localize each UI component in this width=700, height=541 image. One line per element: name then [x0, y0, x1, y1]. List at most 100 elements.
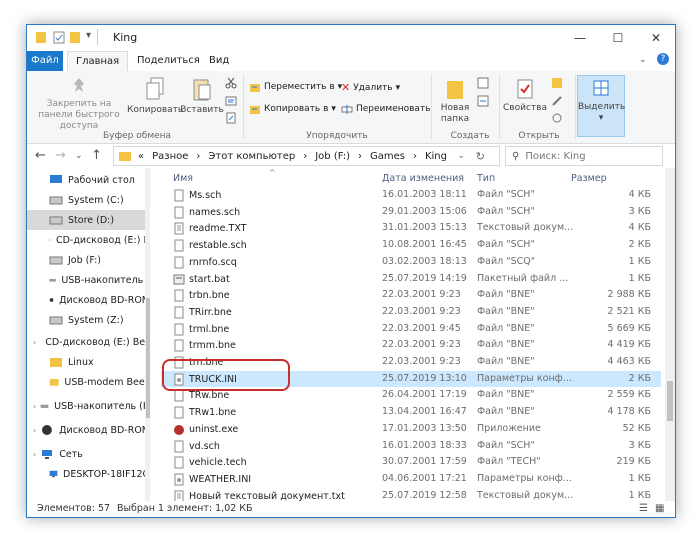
select-button[interactable]: Выделить ▾ — [577, 75, 625, 137]
file-row[interactable]: Ms.sch 16.01.2003 18:11 Файл "SCH" 4 КБ — [161, 187, 661, 204]
file-type: Текстовый докум... — [477, 489, 574, 501]
new-folder-icon[interactable] — [69, 31, 81, 44]
nav-item[interactable]: System (Z:) — [27, 310, 150, 330]
file-type: Пакетный файл ... — [477, 272, 569, 284]
file-row[interactable]: readme.TXT 31.01.2003 15:13 Текстовый доку… — [161, 220, 661, 237]
expand-chevron-icon[interactable]: › — [33, 426, 36, 435]
recent-locations-chevron-icon[interactable]: ⌄ — [75, 151, 83, 161]
refresh-icon[interactable]: ↻ — [476, 150, 485, 163]
nav-item[interactable]: Дисковод BD-ROM — [27, 290, 150, 310]
open-icon[interactable] — [551, 77, 563, 89]
breadcrumb-more[interactable]: « — [138, 151, 144, 162]
nav-item-label: DESKTOP-18IF12O — [63, 468, 150, 480]
new-item-icon[interactable] — [477, 77, 489, 89]
breadcrumb-item[interactable]: Games — [370, 151, 405, 162]
nav-item[interactable]: DESKTOP-18IF12O — [27, 464, 150, 484]
file-type: Файл "BNE" — [477, 339, 535, 351]
nav-item[interactable]: Linux — [27, 352, 150, 372]
column-name[interactable]: Имя — [173, 173, 193, 184]
copy-path-icon[interactable] — [225, 95, 237, 107]
file-row[interactable]: trmm.bne 22.03.2001 9:23 Файл "BNE" 4 419 К… — [161, 337, 661, 354]
file-size: 52 КБ — [622, 422, 651, 434]
back-arrow-icon[interactable]: ← — [35, 148, 46, 163]
nav-item[interactable]: › Дисковод BD-ROM — [27, 420, 150, 440]
file-row[interactable]: vd.sch 16.01.2003 18:33 Файл "SCH" 3 КБ — [161, 438, 661, 455]
history-icon[interactable] — [551, 112, 563, 124]
file-type: Файл "BNE" — [477, 406, 535, 418]
file-row[interactable]: WEATHER.INI 04.06.2001 17:21 Параметры кон… — [161, 471, 661, 488]
file-row[interactable]: rnrnfo.scq 03.02.2003 18:13 Файл "SCQ" 1 КБ — [161, 254, 661, 271]
file-row[interactable]: TRw1.bne 13.04.2001 16:47 Файл "BNE" 4 178 … — [161, 404, 661, 421]
properties-button[interactable]: Свойства — [501, 77, 549, 114]
nav-item[interactable]: CD-дисковод (E:) B — [27, 230, 150, 250]
nav-item[interactable]: USB-накопитель ( — [27, 270, 150, 290]
breadcrumb-item[interactable]: Этот компьютер — [208, 151, 295, 162]
file-row[interactable]: Новый текстовый документ.txt 25.07.2019 1… — [161, 488, 661, 501]
expand-chevron-icon[interactable]: › — [33, 338, 36, 347]
tab-file[interactable]: Файл — [27, 51, 63, 71]
help-icon[interactable]: ? — [657, 53, 669, 65]
expand-chevron-icon[interactable]: › — [33, 402, 36, 411]
nav-item[interactable]: USB-modem Beeli — [27, 372, 150, 392]
rename-button[interactable]: Переименовать — [341, 103, 431, 115]
file-row[interactable]: start.bat 25.07.2019 14:19 Пакетный файл .… — [161, 271, 661, 288]
nav-item[interactable]: Job (F:) — [27, 250, 150, 270]
copy-to-button[interactable]: Копировать в ▾ — [249, 103, 336, 115]
path-box[interactable]: « Разное › Этот компьютер › Job (F:) › G… — [113, 146, 500, 166]
forward-arrow-icon[interactable]: → — [55, 148, 66, 163]
pin-quick-access-button[interactable]: Закрепить на панели быстрого доступа — [31, 77, 127, 132]
paste-button[interactable]: Вставить — [179, 77, 225, 116]
breadcrumb-separator[interactable]: › — [413, 151, 417, 162]
cut-icon[interactable] — [225, 77, 237, 89]
nav-item[interactable]: › Сеть — [27, 444, 150, 464]
column-type[interactable]: Тип — [477, 173, 495, 184]
file-row[interactable]: trml.bne 22.03.2001 9:45 Файл "BNE" 5 669 К… — [161, 321, 661, 338]
nav-item[interactable]: › CD-дисковод (E:) Bee — [27, 332, 150, 352]
minimize-button[interactable]: — — [561, 25, 599, 51]
easy-access-icon[interactable] — [477, 95, 489, 107]
nav-item[interactable]: Рабочий стол — [27, 170, 150, 190]
file-row[interactable]: uninst.exe 17.01.2003 13:50 Приложение 52 К… — [161, 421, 661, 438]
qat-dropdown-icon[interactable]: ▾ — [86, 30, 91, 41]
expand-chevron-icon[interactable]: › — [33, 450, 36, 459]
breadcrumb-item[interactable]: King — [425, 151, 447, 162]
paste-shortcut-icon[interactable] — [225, 112, 237, 124]
nav-item[interactable]: Store (D:) — [27, 210, 150, 230]
file-row[interactable]: trbn.bne 22.03.2001 9:23 Файл "BNE" 2 988 К… — [161, 287, 661, 304]
properties-icon[interactable] — [53, 31, 65, 44]
nav-scrollbar-thumb[interactable] — [146, 298, 150, 418]
large-icons-view-icon[interactable]: ▦ — [655, 503, 664, 514]
file-row[interactable]: vehicle.tech 30.07.2001 17:59 Файл "TECH" 2… — [161, 454, 661, 471]
file-row[interactable]: restable.sch 10.08.2001 16:45 Файл "SCH" 2 … — [161, 237, 661, 254]
nav-item[interactable]: › USB-накопитель (H — [27, 396, 150, 416]
breadcrumb-item[interactable]: Разное — [152, 151, 188, 162]
delete-button[interactable]: ✕ Удалить ▾ — [341, 81, 400, 94]
search-input[interactable]: ⚲ Поиск: King — [505, 146, 663, 166]
new-folder-button[interactable]: Новая папка — [435, 77, 475, 125]
address-dropdown-icon[interactable]: ⌄ — [457, 151, 465, 161]
nav-item[interactable]: System (C:) — [27, 190, 150, 210]
breadcrumb-separator[interactable]: › — [196, 151, 200, 162]
ribbon-expand-icon[interactable]: ⌄ — [639, 55, 647, 65]
tab-home[interactable]: Главная — [67, 51, 129, 73]
breadcrumb-item[interactable]: Job (F:) — [315, 151, 350, 162]
file-list-scrollbar-thumb[interactable] — [667, 381, 673, 421]
details-view-icon[interactable]: ☰ — [639, 503, 648, 514]
column-date[interactable]: Дата изменения — [382, 173, 464, 184]
move-to-button[interactable]: Переместить в ▾ — [249, 81, 342, 93]
tab-share[interactable]: Поделиться — [129, 51, 208, 71]
breadcrumb-separator[interactable]: › — [358, 151, 362, 162]
edit-icon[interactable] — [551, 95, 563, 107]
file-row[interactable]: TRirr.bne 22.03.2001 9:23 Файл "BNE" 2 521 … — [161, 304, 661, 321]
close-button[interactable]: ✕ — [637, 25, 675, 51]
maximize-button[interactable]: ☐ — [599, 25, 637, 51]
copy-button[interactable]: Копировать — [127, 77, 183, 116]
nav-scrollbar[interactable] — [145, 168, 150, 501]
nav-item-label: Linux — [68, 356, 94, 368]
file-list-scrollbar[interactable] — [665, 168, 675, 501]
column-size[interactable]: Размер — [571, 173, 607, 184]
up-arrow-icon[interactable]: ↑ — [91, 148, 102, 163]
file-row[interactable]: names.sch 29.01.2003 15:06 Файл "SCH" 3 КБ — [161, 204, 661, 221]
tab-view[interactable]: Вид — [201, 51, 237, 71]
breadcrumb-separator[interactable]: › — [303, 151, 307, 162]
